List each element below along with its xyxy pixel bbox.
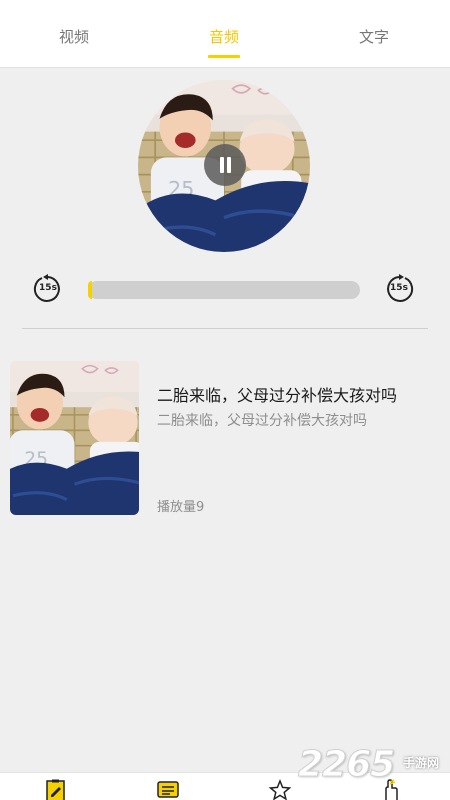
forward-label: 15s <box>390 283 408 293</box>
forward-15s-button[interactable]: 15s <box>384 274 414 304</box>
pause-icon <box>220 157 224 173</box>
tab-audio[interactable]: 音频 <box>209 26 239 47</box>
pause-button[interactable] <box>204 144 246 186</box>
play-count: 播放量9 <box>157 500 205 515</box>
tab-video[interactable]: 视频 <box>59 26 89 47</box>
clipboard-edit-icon[interactable] <box>44 779 68 800</box>
babies-photo-thumb <box>10 361 139 515</box>
progress-bar[interactable] <box>88 281 360 299</box>
tab-text[interactable]: 文字 <box>359 26 389 47</box>
watermark-site: 手游网 <box>403 756 440 770</box>
chat-list-icon[interactable] <box>156 779 180 800</box>
active-tab-indicator <box>208 55 240 58</box>
rewind-15s-button[interactable]: 15s <box>33 274 63 304</box>
item-subtitle: 二胎来临，父母过分补偿大孩对吗 <box>157 413 367 429</box>
star-icon[interactable] <box>268 779 292 800</box>
progress-fill <box>88 281 92 299</box>
item-title[interactable]: 二胎来临，父母过分补偿大孩对吗 <box>157 382 397 406</box>
item-thumbnail[interactable] <box>10 361 139 515</box>
tab-bar: 视频 音频 文字 <box>0 0 450 68</box>
divider <box>22 328 428 329</box>
rewind-label: 15s <box>39 283 57 293</box>
watermark-logo: 2265 手游网 <box>297 744 448 788</box>
watermark-number: 2265 <box>297 744 395 786</box>
